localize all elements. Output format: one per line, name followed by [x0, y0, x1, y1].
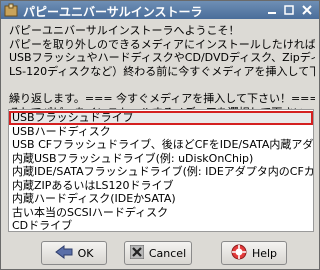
help-icon [231, 244, 252, 263]
list-item-usb-flash[interactable]: USBフラッシュドライブ [9, 111, 313, 125]
list-item-zip-ls120[interactable]: 内蔵ZIPあるいはLS120ドライブ [9, 179, 313, 193]
list-item-internal-ide-flash[interactable]: 内蔵IDE/SATAフラッシュドライブ(例: IDEアダプタ内のCFカード) [9, 165, 313, 179]
instruction-line: USBフラッシュやハードディスクやCD/DVDディスク、Zipディスク [9, 51, 315, 65]
ok-button[interactable]: OK [41, 241, 107, 265]
list-item-usb-hdd[interactable]: USBハードディスク [9, 125, 313, 139]
window-title: パピーユニバーサルインストーラ [23, 5, 203, 19]
cancel-label: Cancel [148, 246, 187, 260]
repeat-line: 繰り返します。=== 今すぐメディアを挿入して下さい！=== [9, 91, 315, 105]
instruction-line: パピーを取り外しのできるメディアにインストールしたければ（例えば [9, 37, 315, 51]
close-button[interactable] [300, 3, 314, 17]
list-item-scsi-hdd[interactable]: 古い本当のSCSIハードディスク [9, 206, 313, 220]
help-label: Help [251, 246, 278, 260]
list-item-internal-usb-flash[interactable]: 内蔵USBフラッシュドライブ(例: uDiskOnChip) [9, 152, 313, 166]
cancel-icon [129, 244, 149, 262]
ok-icon [54, 244, 78, 262]
list-item-cd-drive[interactable]: CDドライブ [9, 219, 313, 231]
minimize-button[interactable] [265, 3, 279, 17]
button-bar: OK Cancel Help [1, 238, 320, 268]
help-button[interactable]: Help [221, 241, 287, 265]
instruction-line: LS-120ディスクなど）終わる前に今すぐメディアを挿入して下さい。 [9, 64, 315, 78]
package-icon [4, 3, 18, 17]
instruction-text: パピーユニバーサルインストーラへようこそ！ パピーを取り外しのできるメディアにイ… [9, 24, 315, 119]
welcome-line: パピーユニバーサルインストーラへようこそ！ [9, 24, 240, 37]
title-bar[interactable]: パピーユニバーサルインストーラ [1, 1, 319, 19]
ok-label: OK [77, 246, 94, 260]
maximize-button[interactable] [282, 3, 296, 17]
media-list[interactable]: USBフラッシュドライブ USBハードディスク USB CFフラッシュドライブ、… [8, 109, 314, 232]
list-item-usb-cf[interactable]: USB CFフラッシュドライブ、後ほどCFをIDE/SATA内蔵アダプタへ移 [9, 138, 313, 152]
installer-dialog: パピーユニバーサルインストーラ パピーユニバーサルインストーラへようこそ！ パピ… [0, 0, 320, 270]
list-item-internal-hdd[interactable]: 内蔵ハードディスク(IDEかSATA) [9, 192, 313, 206]
cancel-button[interactable]: Cancel [124, 241, 192, 265]
